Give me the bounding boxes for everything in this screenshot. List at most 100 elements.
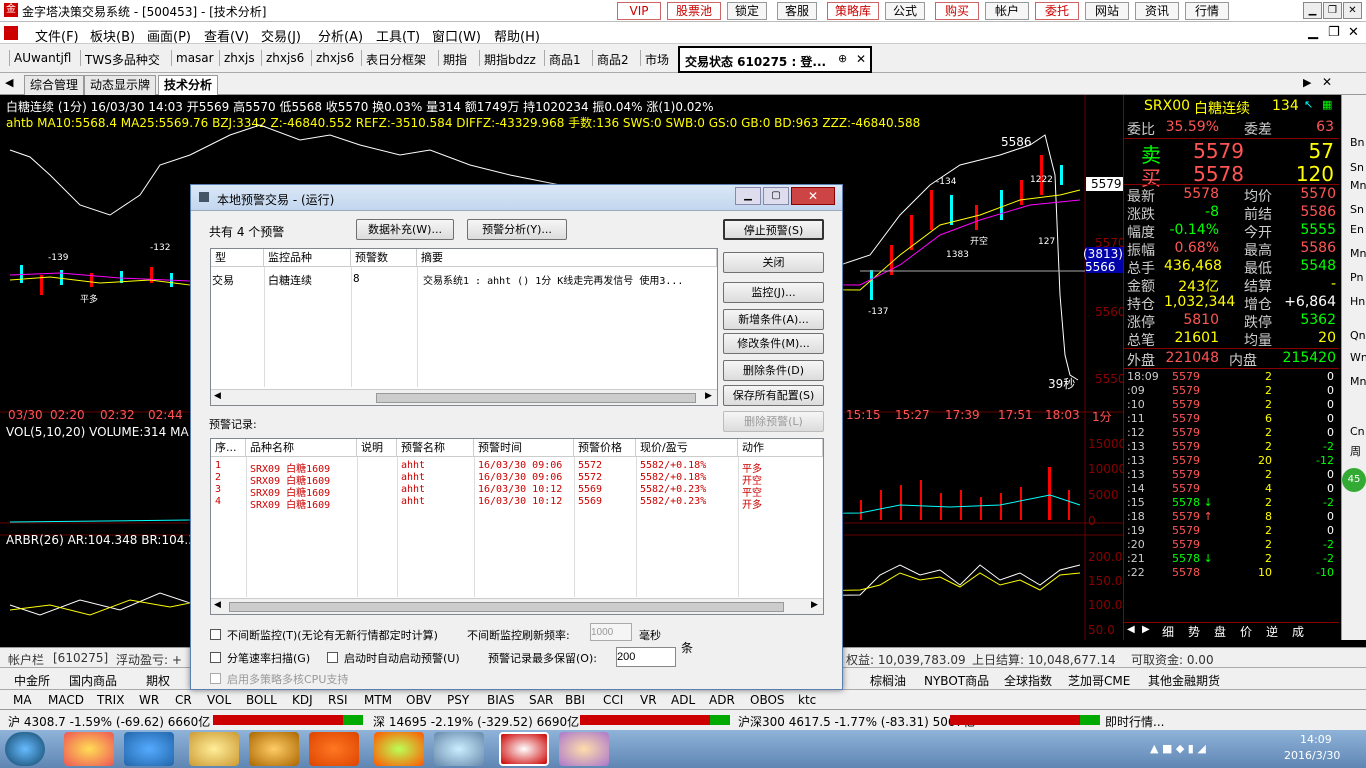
market-tab-palm-oil[interactable]: 棕榈油 — [870, 672, 906, 689]
folder-icon[interactable] — [189, 732, 239, 766]
news-ticker[interactable]: 即时行情... — [1105, 713, 1164, 730]
indicator-tab-4[interactable]: CR — [175, 693, 192, 707]
scroll-right-icon[interactable]: ▶ — [705, 391, 712, 401]
market-tab-nybot[interactable]: NYBOT商品 — [924, 672, 989, 689]
menu-item-3[interactable]: 查看(V) — [204, 26, 249, 45]
market-tab-global-index[interactable]: 全球指数 — [1004, 672, 1052, 689]
quote-tab-1[interactable]: 势 — [1188, 623, 1200, 640]
badge-icon[interactable]: 45 — [1342, 468, 1366, 492]
dialog-titlebar[interactable]: 本地预警交易 - (运行) ▁ ▢ ✕ — [191, 185, 842, 211]
market-tab-other[interactable]: 其他金融期货 — [1148, 672, 1220, 689]
top-button-8[interactable]: 委托 — [1035, 2, 1079, 20]
notes-icon[interactable] — [434, 732, 484, 766]
record-row[interactable]: 2 SRX09 白糖1609 ahht 16/03/30 09:06 5572 5582/… — [211, 472, 823, 487]
browser-icon[interactable] — [374, 732, 424, 766]
indicator-tab-7[interactable]: KDJ — [292, 693, 313, 707]
scroll-thumb[interactable] — [376, 393, 696, 403]
indicator-tab-15[interactable]: CCI — [603, 693, 623, 707]
close-button[interactable]: 关闭 — [723, 252, 824, 273]
nav-item-7[interactable]: 期指 — [443, 51, 467, 68]
rec-col-7[interactable]: 动作 — [738, 439, 823, 457]
indicator-tab-20[interactable]: ktc — [798, 693, 816, 707]
monitor-list[interactable]: 型 监控品种 预警数 摘要 交易 白糖连续 8 交易系统1 : ahht () … — [210, 248, 718, 406]
rec-col-5[interactable]: 预警价格 — [574, 439, 636, 457]
indicator-tab-3[interactable]: WR — [139, 693, 159, 707]
nav-item-0[interactable]: AUwantjfl — [14, 51, 71, 65]
tray-icons[interactable]: ▲ ■ ◆ ▮ ◢ — [1150, 742, 1206, 755]
top-button-3[interactable]: 客服 — [777, 2, 817, 20]
ie-icon[interactable] — [124, 732, 174, 766]
nav-item-5[interactable]: zhxjs6 — [316, 51, 354, 65]
rec-col-0[interactable]: 序... — [211, 439, 246, 457]
rec-scroll-right-icon[interactable]: ▶ — [811, 600, 818, 610]
menu-item-0[interactable]: 文件(F) — [35, 26, 79, 45]
mdi-restore-icon[interactable]: ❐ — [1328, 25, 1340, 40]
monitor-list-hscrollbar[interactable]: ◀ ▶ — [211, 389, 717, 405]
stop-alert-button[interactable]: 停止预警(S) — [723, 219, 824, 240]
sidebar-item-0[interactable]: Bn — [1350, 136, 1365, 149]
top-button-1[interactable]: 股票池 — [667, 2, 721, 20]
start-button-icon[interactable] — [5, 732, 45, 766]
sidebar-item-9[interactable]: Wn — [1350, 351, 1366, 364]
quote-tab-right-icon[interactable]: ▶ — [1142, 624, 1150, 635]
top-button-7[interactable]: 帐户 — [985, 2, 1029, 20]
nav-item-6[interactable]: 表日分框架 — [366, 51, 426, 68]
sidebar-item-10[interactable]: Mn — [1350, 375, 1366, 388]
quote-tab-4[interactable]: 逆 — [1266, 623, 1278, 640]
rec-col-2[interactable]: 说明 — [357, 439, 397, 457]
pointer-icon[interactable]: ↖ — [1304, 98, 1313, 111]
menu-item-5[interactable]: 分析(A) — [318, 26, 363, 45]
sidebar-item-7[interactable]: Hn — [1350, 295, 1365, 308]
sidebar-item-5[interactable]: Mn — [1350, 247, 1366, 260]
market-tab-options[interactable]: 期权 — [146, 672, 170, 689]
minimize-button[interactable]: ▁ — [1303, 2, 1322, 19]
dialog-maximize-button[interactable]: ▢ — [763, 187, 789, 205]
menu-item-1[interactable]: 板块(B) — [90, 26, 135, 45]
nav-item-3[interactable]: zhxjs — [224, 51, 255, 65]
sidebar-item-2[interactable]: Mn — [1350, 179, 1366, 192]
delete-condition-button[interactable]: 删除条件(D) — [723, 360, 824, 381]
indicator-tab-6[interactable]: BOLL — [246, 693, 277, 707]
market-tab-cffex[interactable]: 中金所 — [14, 672, 50, 689]
nav-item-2[interactable]: masar — [176, 51, 214, 65]
tab-general[interactable]: 综合管理 — [24, 75, 85, 95]
alert-analysis-button[interactable]: 预警分析(Y)... — [467, 219, 567, 240]
dialog-close-button[interactable]: ✕ — [791, 187, 835, 205]
monitor-row[interactable]: 交易 白糖连续 8 交易系统1 : ahht () 1分 K线走完再发信号 使用… — [211, 269, 717, 287]
refresh-rate-input[interactable] — [590, 623, 632, 641]
sidebar-item-12[interactable]: 周 — [1350, 443, 1361, 459]
market-tab-domestic[interactable]: 国内商品 — [69, 672, 117, 689]
delete-alert-button[interactable]: 删除预警(L) — [723, 411, 824, 432]
record-row[interactable]: 3 SRX09 白糖1609 ahht 16/03/30 10:12 5569 5582/… — [211, 484, 823, 499]
menu-item-8[interactable]: 帮助(H) — [494, 26, 540, 45]
monitor-button[interactable]: 监控(J)... — [723, 282, 824, 303]
top-button-2[interactable]: 锁定 — [727, 2, 767, 20]
sidebar-item-11[interactable]: Cn — [1350, 425, 1365, 438]
market-tab-cme[interactable]: 芝加哥CME — [1068, 672, 1130, 689]
sidebar-item-6[interactable]: Pn — [1350, 271, 1363, 284]
col-type[interactable]: 型 — [211, 249, 264, 267]
auto-start-checkbox[interactable] — [327, 652, 338, 663]
trade-status-close-icon[interactable]: ✕ — [856, 52, 866, 66]
top-button-4[interactable]: 策略库 — [827, 2, 879, 20]
modify-condition-button[interactable]: 修改条件(M)... — [723, 333, 824, 354]
rec-col-1[interactable]: 品种名称 — [246, 439, 357, 457]
tab-close-icon[interactable]: ✕ — [1322, 75, 1332, 89]
col-summary[interactable]: 摘要 — [417, 249, 717, 267]
record-row[interactable]: 1 SRX09 白糖1609 ahht 16/03/30 09:06 5572 5582/… — [211, 460, 823, 475]
rec-col-3[interactable]: 预警名称 — [397, 439, 474, 457]
nav-item-11[interactable]: 市场 — [645, 51, 669, 68]
taskbar-app-icon[interactable] — [64, 732, 114, 766]
max-record-input[interactable] — [616, 647, 676, 667]
trade-status-panel[interactable]: 交易状态 610275 : 登... ⊕ ✕ — [678, 46, 872, 73]
col-monitor-product[interactable]: 监控品种 — [264, 249, 351, 267]
indicator-tab-17[interactable]: ADL — [671, 693, 695, 707]
indicator-tab-5[interactable]: VOL — [207, 693, 231, 707]
mi-icon[interactable] — [309, 732, 359, 766]
menu-item-6[interactable]: 工具(T) — [376, 26, 420, 45]
indicator-tab-2[interactable]: TRIX — [97, 693, 124, 707]
tab-left-arrow-icon[interactable]: ◀ — [5, 76, 13, 89]
mdi-close-icon[interactable]: ✕ — [1348, 25, 1359, 40]
restore-button[interactable]: ❐ — [1323, 2, 1342, 19]
trading-app-icon[interactable] — [499, 732, 549, 766]
